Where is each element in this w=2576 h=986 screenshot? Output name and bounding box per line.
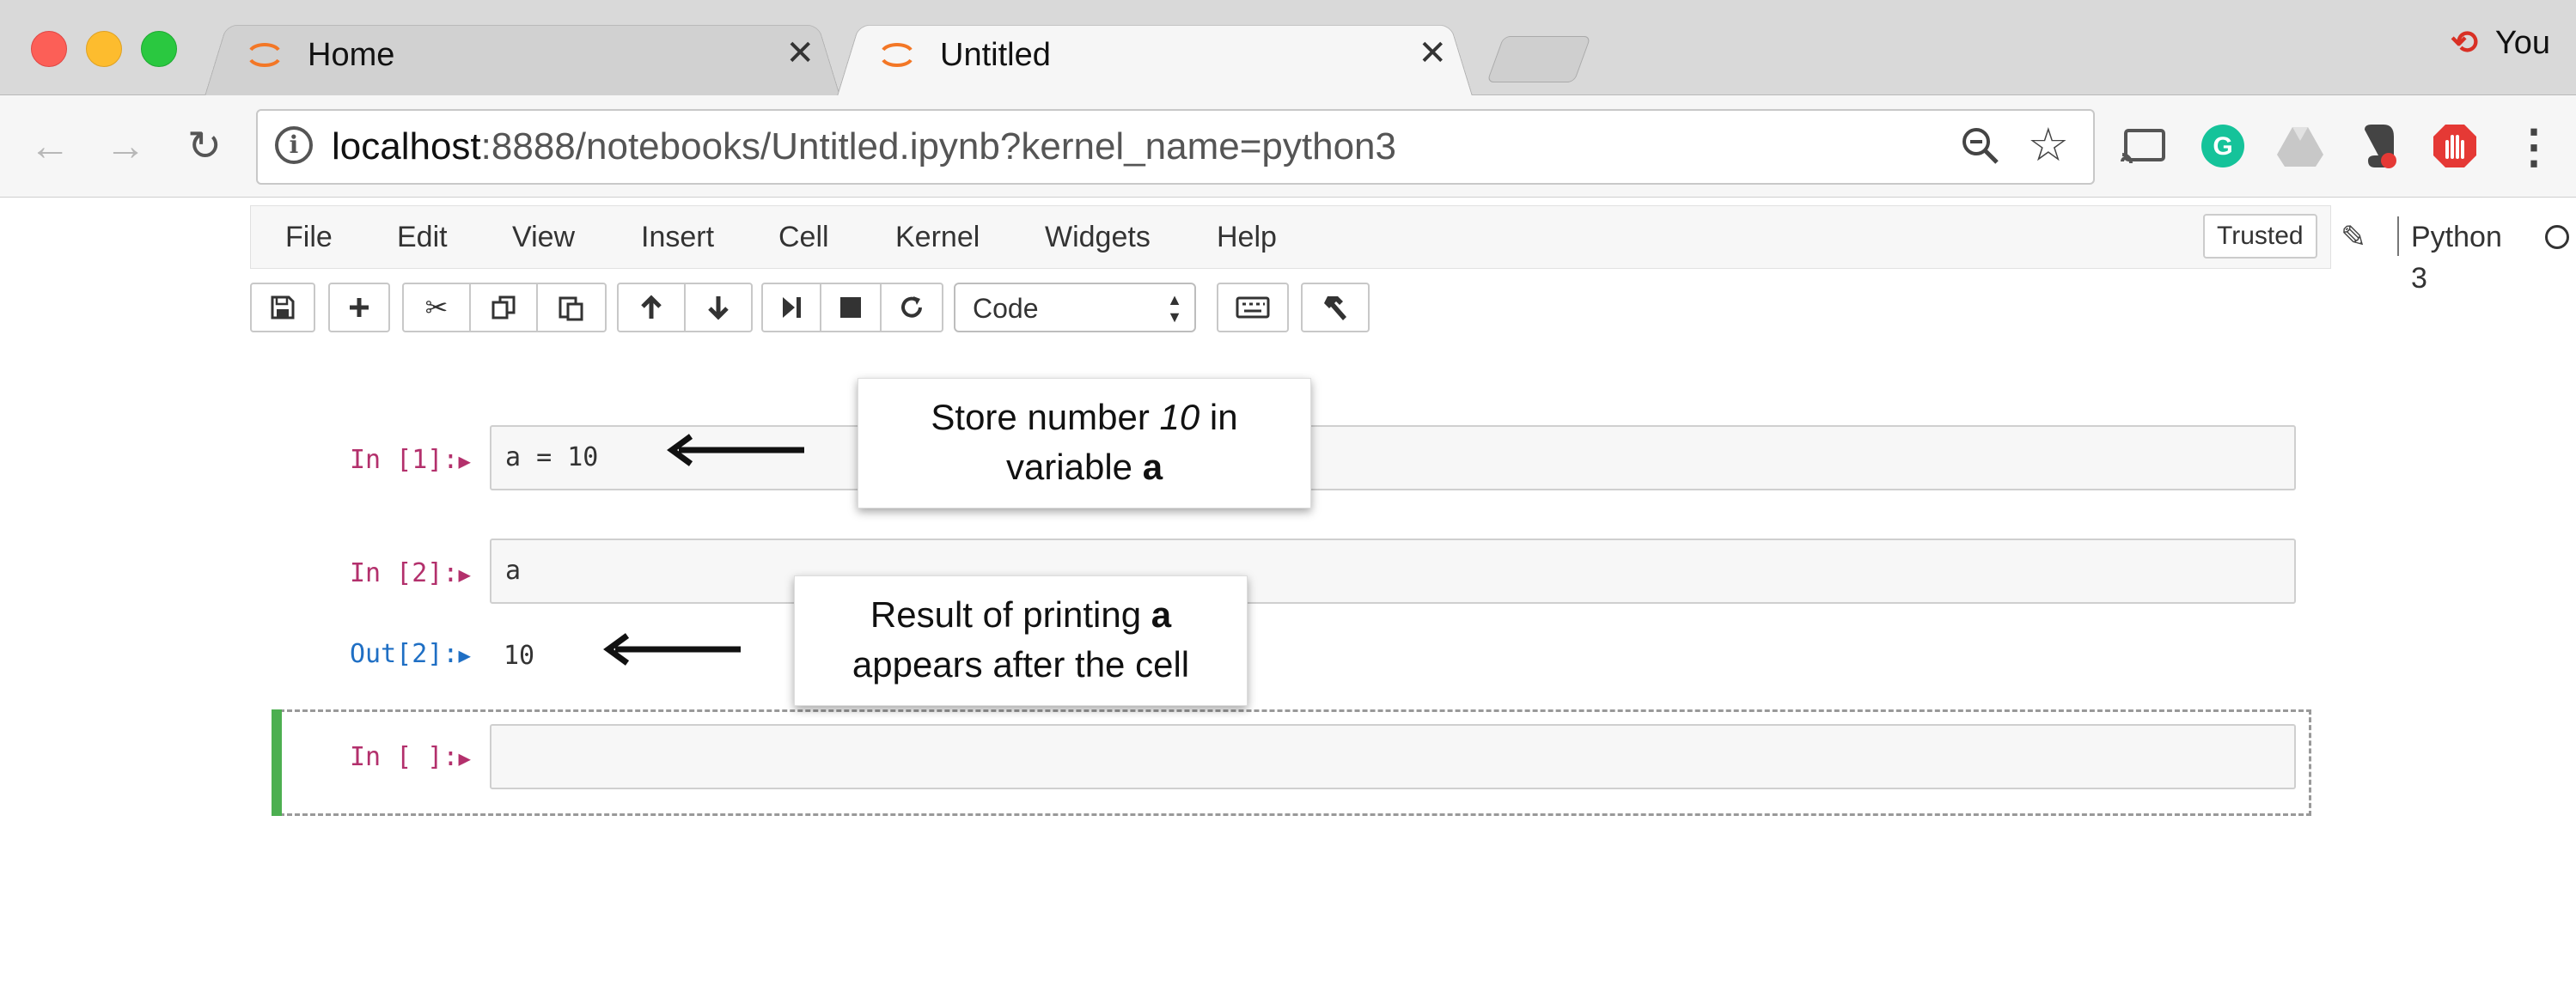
- cell-input-prompt: In [ ]:▶: [350, 742, 471, 772]
- paste-icon: [559, 296, 583, 321]
- menu-widgets[interactable]: Widgets: [1045, 216, 1151, 258]
- annotation-arrow: [667, 434, 804, 466]
- hammer-icon: [1324, 296, 1346, 320]
- code-cell-input[interactable]: a: [490, 539, 2296, 604]
- stop-icon: [840, 297, 861, 318]
- step-forward-icon: [783, 297, 801, 318]
- cell-output-prompt: Out[2]:▶: [350, 639, 471, 669]
- copy-button[interactable]: [469, 283, 538, 332]
- url-text[interactable]: localhost:8888/notebooks/Untitled.ipynb?…: [332, 123, 1396, 171]
- kernel-idle-icon: [2545, 225, 2569, 249]
- code-text: a = 10: [505, 442, 599, 472]
- reload-icon[interactable]: ↻: [180, 123, 229, 171]
- menu-cell[interactable]: Cell: [778, 216, 829, 258]
- select-arrows-icon: ▲ ▼: [1167, 291, 1182, 326]
- cell-input-prompt: In [2]:▶: [350, 558, 471, 588]
- keyboard-icon: [1236, 296, 1270, 319]
- menu-help[interactable]: Help: [1217, 216, 1277, 258]
- back-icon[interactable]: ←: [26, 123, 74, 171]
- url-path: :8888/notebooks/Untitled.ipynb?kernel_na…: [480, 125, 1396, 167]
- evernote-icon[interactable]: [2353, 121, 2402, 171]
- forward-icon[interactable]: →: [101, 123, 150, 171]
- insert-cell-button[interactable]: [328, 283, 390, 332]
- browser-toolbar: ← → ↻ i localhost:8888/notebooks/Untitle…: [0, 95, 2576, 198]
- code-cell-input[interactable]: [490, 724, 2296, 789]
- jupyter-logo-icon: [249, 43, 280, 67]
- close-tab-icon[interactable]: ✕: [785, 34, 815, 72]
- tab-strip: Home ✕ Untitled ✕ ⟲ You: [0, 0, 2576, 97]
- maximize-window-button[interactable]: [141, 31, 177, 67]
- notebook-menubar: File Edit View Insert Cell Kernel Widget…: [250, 205, 2569, 295]
- menu-file[interactable]: File: [285, 216, 333, 258]
- menu-insert[interactable]: Insert: [641, 216, 714, 258]
- move-up-button[interactable]: [617, 283, 686, 332]
- run-button[interactable]: [761, 283, 821, 332]
- grammarly-icon[interactable]: G: [2198, 121, 2248, 171]
- command-palette-button[interactable]: [1217, 283, 1289, 332]
- browser-menu-icon[interactable]: ⋮: [2509, 121, 2559, 173]
- profile-button[interactable]: ⟲ You: [2445, 24, 2550, 62]
- address-bar[interactable]: i localhost:8888/notebooks/Untitled.ipyn…: [256, 109, 2095, 185]
- close-tab-icon[interactable]: ✕: [1418, 34, 1447, 72]
- plus-icon: [350, 298, 369, 317]
- scissors-icon: ✂: [424, 292, 449, 323]
- info-icon[interactable]: i: [275, 126, 313, 164]
- divider: [2397, 216, 2399, 256]
- tab-untitled[interactable]: Untitled ✕: [837, 17, 1473, 97]
- new-tab-button[interactable]: [1486, 36, 1591, 82]
- restart-button[interactable]: [880, 283, 943, 332]
- run-indicator-icon: ▶: [458, 449, 471, 473]
- arrow-up-icon: [641, 295, 662, 319]
- annotation-callout-store: Store number 10 in variable a: [858, 378, 1311, 508]
- tab-title: Untitled: [940, 37, 1051, 73]
- output-indicator-icon: ▶: [458, 643, 471, 667]
- move-down-button[interactable]: [684, 283, 753, 332]
- save-button[interactable]: [250, 283, 315, 332]
- code-text: a: [505, 556, 522, 586]
- bookmark-star-icon[interactable]: ☆: [2028, 119, 2069, 171]
- paste-button[interactable]: [536, 283, 607, 332]
- annotation-arrow: [603, 633, 741, 666]
- pencil-icon[interactable]: ✎: [2341, 218, 2366, 256]
- cast-icon[interactable]: [2119, 121, 2169, 171]
- cut-button[interactable]: ✂: [402, 283, 471, 332]
- cell-type-select[interactable]: Code ▲ ▼: [954, 283, 1196, 332]
- menu-kernel[interactable]: Kernel: [895, 216, 980, 258]
- celltoolbar-button[interactable]: [1301, 283, 1370, 332]
- cell-input-prompt: In [1]:▶: [350, 445, 471, 475]
- arrow-down-icon: [708, 296, 729, 320]
- google-drive-icon[interactable]: [2275, 121, 2325, 171]
- menu-view[interactable]: View: [512, 216, 575, 258]
- menu-edit[interactable]: Edit: [397, 216, 448, 258]
- close-window-button[interactable]: [31, 31, 67, 67]
- sync-error-icon: ⟲: [2450, 25, 2478, 61]
- tab-title: Home: [308, 37, 395, 73]
- copy-icon: [491, 295, 516, 320]
- jupyter-logo-icon: [882, 43, 913, 67]
- adblock-icon[interactable]: [2430, 121, 2480, 171]
- run-indicator-icon: ▶: [458, 746, 471, 770]
- kernel-name[interactable]: Python 3: [2411, 216, 2502, 299]
- zoom-out-icon[interactable]: [1959, 125, 2002, 167]
- cell-output: 10: [504, 641, 535, 671]
- svg-text:G: G: [2213, 132, 2232, 161]
- annotation-callout-result: Result of printing a appears after the c…: [794, 575, 1248, 706]
- url-host: localhost: [332, 125, 481, 167]
- trusted-indicator[interactable]: Trusted: [2203, 214, 2317, 259]
- minimize-window-button[interactable]: [86, 31, 122, 67]
- restart-icon: [901, 296, 922, 318]
- floppy-icon: [271, 295, 295, 320]
- tab-home[interactable]: Home ✕: [204, 17, 840, 97]
- profile-name: You: [2494, 24, 2550, 61]
- run-indicator-icon: ▶: [458, 563, 471, 587]
- interrupt-button[interactable]: [820, 283, 882, 332]
- selected-cell-indicator: [272, 709, 282, 816]
- cell-type-value: Code: [973, 293, 1039, 324]
